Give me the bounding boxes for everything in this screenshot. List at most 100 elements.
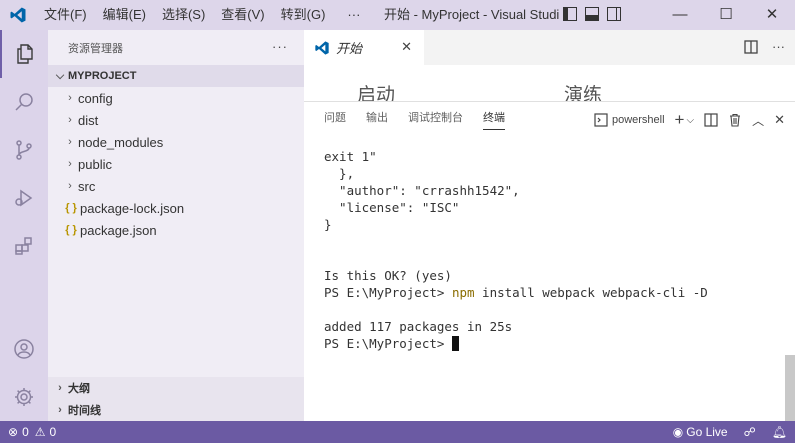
editor-actions: ··· xyxy=(744,39,785,54)
chevron-right-icon: › xyxy=(68,92,72,104)
tab-debug-console[interactable]: 调试控制台 xyxy=(408,102,463,135)
panel-tabs: 问题 输出 调试控制台 终端 xyxy=(304,102,505,135)
split-terminal-icon[interactable] xyxy=(704,113,718,127)
window-controls: — ☐ ✕ xyxy=(657,0,795,30)
settings-gear-icon[interactable] xyxy=(0,373,48,421)
terminal-scrollbar[interactable] xyxy=(785,355,795,422)
terminal-line: Is this OK? (yes) xyxy=(324,268,452,283)
status-bar-right: ◉ Go Live ☍ 🔔︎ xyxy=(665,421,795,443)
close-window-button[interactable]: ✕ xyxy=(749,0,795,30)
notifications-bell-icon[interactable]: 🔔︎ xyxy=(764,425,795,439)
chevron-down-icon[interactable]: ⌵ xyxy=(686,115,694,126)
close-tab-icon[interactable]: ✕ xyxy=(401,39,412,55)
terminal-selector[interactable]: powershell xyxy=(594,113,665,127)
new-terminal-icon[interactable]: + xyxy=(675,110,685,130)
split-editor-icon[interactable] xyxy=(744,39,758,54)
panel-actions: powershell + ⌵ ︿ ✕ xyxy=(594,110,785,130)
menu-view[interactable]: 查看(V) xyxy=(213,0,272,30)
explorer-sidebar: 资源管理器 ··· ⌵ MYPROJECT › config › dist › … xyxy=(48,30,304,421)
menu-selection[interactable]: 选择(S) xyxy=(154,0,213,30)
tab-output[interactable]: 输出 xyxy=(366,102,388,135)
toggle-sidebar-icon[interactable] xyxy=(563,7,577,21)
terminal-line: added 117 packages in 25s xyxy=(324,319,513,334)
tab-welcome[interactable]: 开始 ✕ xyxy=(304,30,424,65)
tree-item-package-json[interactable]: { } package.json xyxy=(48,219,304,241)
maximize-panel-icon[interactable]: ︿ xyxy=(752,112,764,129)
error-count: 0 xyxy=(22,425,29,439)
tree-item-config[interactable]: › config xyxy=(48,87,304,109)
terminal-cursor xyxy=(451,336,459,351)
run-debug-icon[interactable] xyxy=(0,174,48,222)
terminal-prompt: PS E:\MyProject> xyxy=(324,336,452,351)
tree-item-label: dist xyxy=(78,112,99,128)
bottom-panel: 问题 输出 调试控制台 终端 powershell + ⌵ ︿ ✕ exit 1… xyxy=(304,101,795,422)
go-live-button[interactable]: ◉ Go Live xyxy=(665,425,736,439)
vscode-tab-icon xyxy=(315,40,329,55)
toggle-secondary-sidebar-icon[interactable] xyxy=(607,7,621,21)
minimize-button[interactable]: — xyxy=(657,0,703,30)
trash-icon[interactable] xyxy=(728,113,742,127)
terminal-icon xyxy=(594,113,608,127)
json-file-icon: { } xyxy=(65,202,77,214)
broadcast-icon: ◉ xyxy=(672,425,684,439)
tree-item-dist[interactable]: › dist xyxy=(48,109,304,131)
warning-count: 0 xyxy=(49,425,57,439)
terminal-command-args: install webpack webpack-cli -D xyxy=(474,285,708,300)
editor-area: 开始 ✕ ··· 启动 演练 问题 输出 调试控制台 终端 powershell… xyxy=(304,30,795,422)
title-bar: 文件(F) 编辑(E) 选择(S) 查看(V) 转到(G) ··· 开始 - M… xyxy=(0,0,795,30)
status-bar: ⊗ 0 ⚠ 0 ◉ Go Live ☍ 🔔︎ xyxy=(0,421,795,443)
menu-file[interactable]: 文件(F) xyxy=(36,0,95,30)
outline-section-label: 大纲 xyxy=(68,383,90,395)
terminal-line: "license": "ISC" xyxy=(324,200,460,215)
problems-status[interactable]: ⊗ 0 ⚠ 0 xyxy=(0,425,56,439)
outline-section[interactable]: › 大纲 xyxy=(48,377,304,399)
chevron-down-icon: ⌵ xyxy=(55,69,65,82)
close-panel-icon[interactable]: ✕ xyxy=(774,112,785,128)
tree-item-label: config xyxy=(78,90,113,106)
tree-item-label: public xyxy=(78,156,112,172)
maximize-button[interactable]: ☐ xyxy=(703,0,749,30)
toggle-panel-icon[interactable] xyxy=(585,7,599,21)
tab-label: 开始 xyxy=(336,41,363,56)
tree-item-node-modules[interactable]: › node_modules xyxy=(48,131,304,153)
tree-item-label: package.json xyxy=(80,222,157,238)
tree-item-src[interactable]: › src xyxy=(48,175,304,197)
source-control-icon[interactable] xyxy=(0,126,48,174)
tree-item-label: node_modules xyxy=(78,134,164,150)
files-icon[interactable] xyxy=(0,30,48,78)
tree-item-label: package-lock.json xyxy=(80,200,185,216)
terminal-line: exit 1" xyxy=(324,149,377,164)
explorer-title: 资源管理器 xyxy=(68,42,123,55)
window-title: 开始 - MyProject - Visual Studi… xyxy=(384,7,559,22)
terminal-command-keyword: npm xyxy=(451,285,475,300)
chevron-right-icon: › xyxy=(68,158,72,170)
explorer-more-button[interactable]: ··· xyxy=(272,39,288,54)
search-icon[interactable] xyxy=(0,78,48,126)
error-icon: ⊗ xyxy=(8,425,19,439)
account-icon[interactable] xyxy=(0,325,48,373)
menu-edit[interactable]: 编辑(E) xyxy=(95,0,154,30)
feedback-icon[interactable]: ☍ xyxy=(736,425,764,439)
editor-more-icon[interactable]: ··· xyxy=(772,39,785,54)
chevron-right-icon: › xyxy=(68,180,72,192)
timeline-section[interactable]: › 时间线 xyxy=(48,399,304,421)
terminal-shell-name: powershell xyxy=(611,114,665,126)
tab-problems[interactable]: 问题 xyxy=(324,102,346,135)
terminal-command-line: PS E:\MyProject> npm install webpack web… xyxy=(324,284,708,301)
terminal-line: "author": "crrashh1542", xyxy=(324,183,520,198)
extensions-icon[interactable] xyxy=(0,222,48,270)
chevron-right-icon: › xyxy=(58,404,62,416)
tab-terminal[interactable]: 终端 xyxy=(483,102,505,135)
vscode-logo-icon xyxy=(0,0,36,30)
tree-item-public[interactable]: › public xyxy=(48,153,304,175)
tree-item-package-lock-json[interactable]: { } package-lock.json xyxy=(48,197,304,219)
project-folder-header[interactable]: ⌵ MYPROJECT xyxy=(48,65,304,87)
menu-more[interactable]: ··· xyxy=(333,0,368,30)
terminal-output[interactable]: exit 1" }, "author": "crrashh1542", "lic… xyxy=(324,148,708,352)
tree-item-label: src xyxy=(78,178,96,194)
activity-bar xyxy=(0,30,48,421)
terminal-input-line[interactable]: PS E:\MyProject> xyxy=(324,335,708,352)
menu-go[interactable]: 转到(G) xyxy=(273,0,334,30)
